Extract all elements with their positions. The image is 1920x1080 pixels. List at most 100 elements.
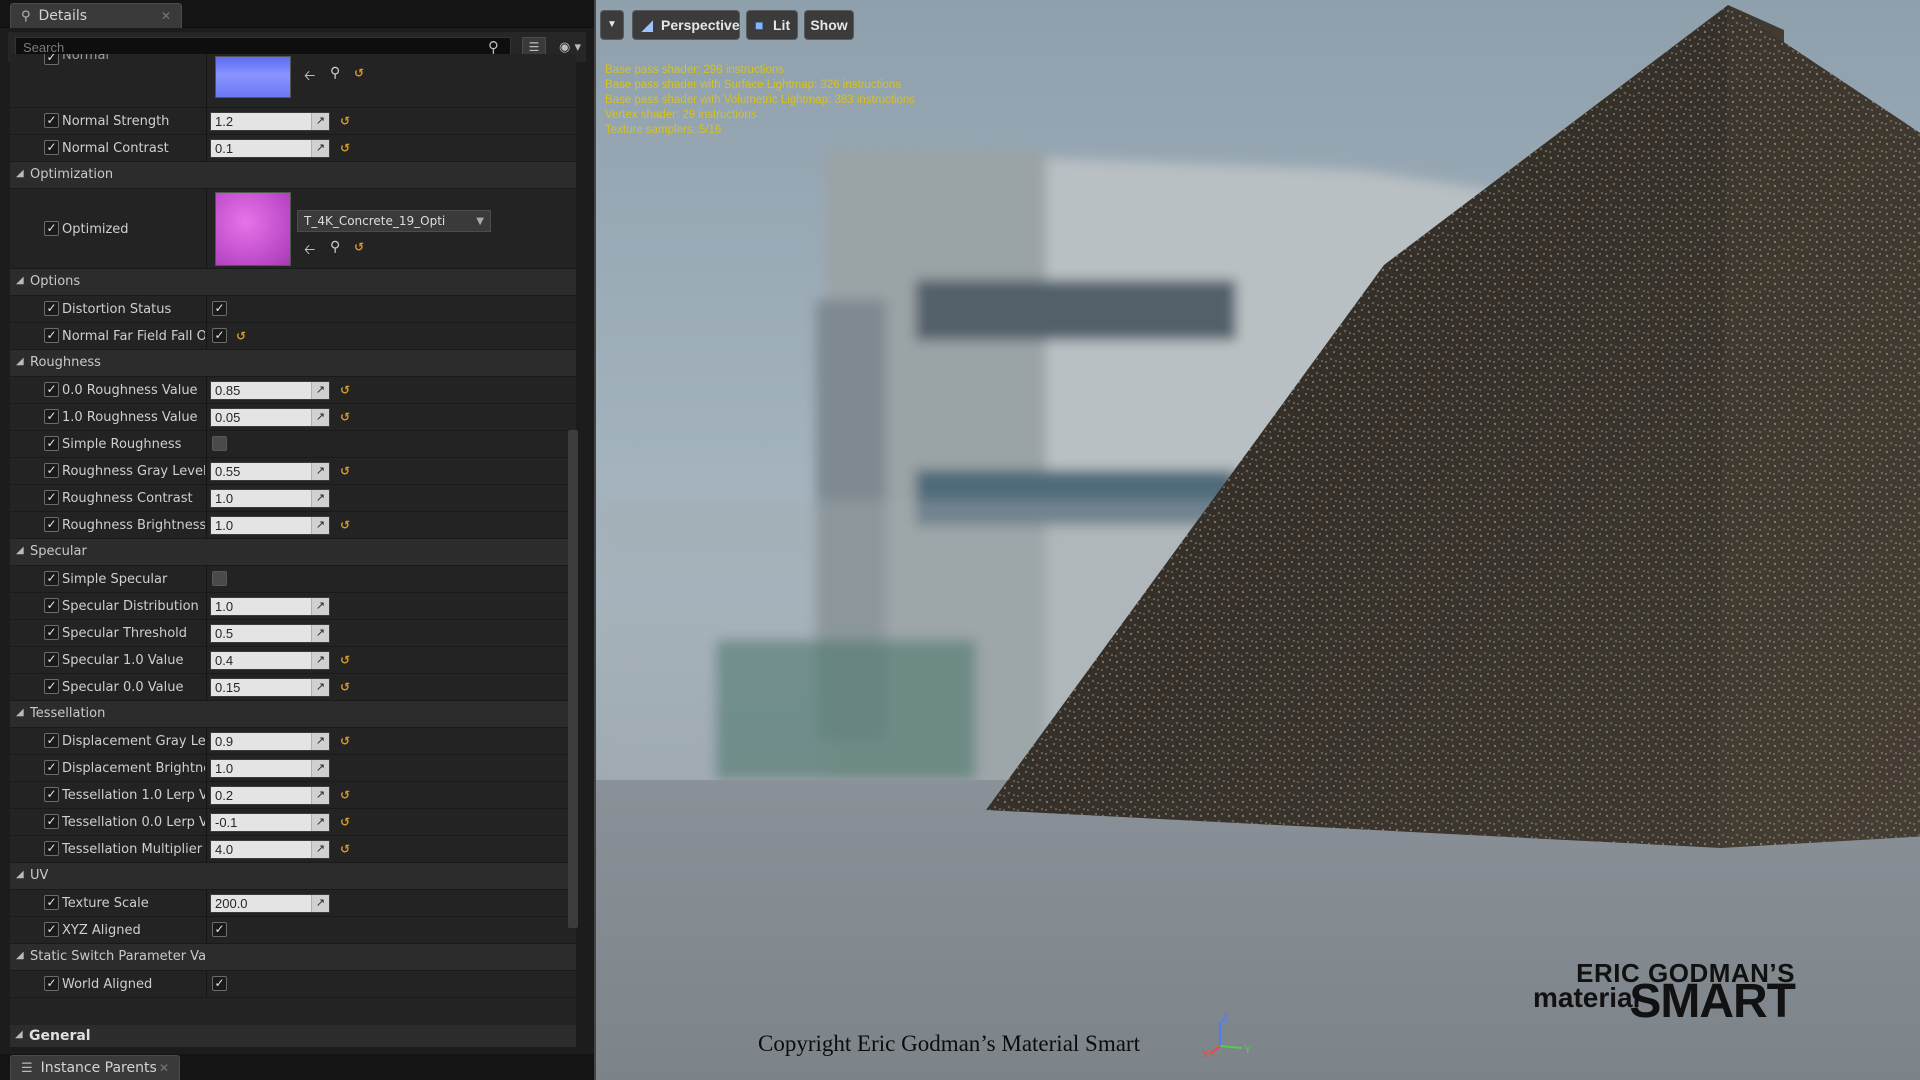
drag-handle-icon[interactable]: ↗ (311, 113, 329, 130)
override-checkbox[interactable]: ✓ (44, 490, 59, 505)
reset-arrow-icon[interactable]: ↺ (354, 66, 364, 80)
reset-arrow-icon[interactable]: ↺ (340, 114, 350, 128)
value-checkbox[interactable]: ✓ (212, 571, 227, 586)
override-checkbox[interactable]: ✓ (44, 652, 59, 667)
reset-arrow-icon[interactable]: ↺ (340, 680, 350, 694)
scrollbar-thumb[interactable] (568, 430, 578, 928)
numeric-field[interactable]: 1.0 ↗ (210, 489, 330, 508)
reset-arrow-icon[interactable]: ↺ (340, 653, 350, 667)
category-roughness[interactable]: ◢ Roughness (10, 350, 576, 377)
reset-arrow-icon[interactable]: ↺ (340, 734, 350, 748)
drag-handle-icon[interactable]: ↗ (311, 787, 329, 804)
override-checkbox[interactable]: ✓ (44, 113, 59, 128)
reset-arrow-icon[interactable]: ↺ (340, 410, 350, 424)
reset-arrow-icon[interactable]: ↺ (340, 518, 350, 532)
override-checkbox[interactable]: ✓ (44, 463, 59, 478)
perspective-button[interactable]: ◢ Perspective (632, 10, 740, 40)
override-checkbox[interactable]: ✓ (44, 733, 59, 748)
numeric-field[interactable]: 0.15 ↗ (210, 678, 330, 697)
drag-handle-icon[interactable]: ↗ (311, 517, 329, 534)
category-static-switch[interactable]: ◢ Static Switch Parameter Values (10, 944, 576, 971)
override-checkbox[interactable]: ✓ (44, 625, 59, 640)
reset-arrow-icon[interactable]: ↺ (236, 329, 246, 343)
numeric-field[interactable]: 0.5 ↗ (210, 624, 330, 643)
numeric-field[interactable]: 200.0 ↗ (210, 894, 330, 913)
override-checkbox[interactable]: ✓ (44, 841, 59, 856)
drag-handle-icon[interactable]: ↗ (311, 733, 329, 750)
numeric-field[interactable]: 0.05 ↗ (210, 408, 330, 427)
drag-handle-icon[interactable]: ↗ (311, 382, 329, 399)
reset-arrow-icon[interactable]: ↺ (340, 842, 350, 856)
override-checkbox[interactable]: ✓ (44, 436, 59, 451)
value-checkbox[interactable]: ✓ (212, 922, 227, 937)
category-optimization[interactable]: ◢ Optimization (10, 162, 576, 189)
override-checkbox[interactable]: ✓ (44, 409, 59, 424)
value-checkbox[interactable]: ✓ (212, 976, 227, 991)
close-icon[interactable]: ✕ (159, 1061, 169, 1075)
numeric-field[interactable]: 0.85 ↗ (210, 381, 330, 400)
lit-button[interactable]: ■ Lit (746, 10, 798, 40)
numeric-field[interactable]: -0.1 ↗ (210, 813, 330, 832)
drag-handle-icon[interactable]: ↗ (311, 760, 329, 777)
value-checkbox[interactable]: ✓ (212, 301, 227, 316)
override-checkbox[interactable]: ✓ (44, 598, 59, 613)
numeric-field[interactable]: 0.2 ↗ (210, 786, 330, 805)
drag-handle-icon[interactable]: ↗ (311, 679, 329, 696)
drag-handle-icon[interactable]: ↗ (311, 895, 329, 912)
override-checkbox[interactable]: ✓ (44, 679, 59, 694)
tab-instance-parents[interactable]: ☰ Instance Parents ✕ (10, 1055, 180, 1080)
override-checkbox[interactable]: ✓ (44, 328, 59, 343)
category-general[interactable]: ◢ General (10, 1025, 576, 1047)
category-specular[interactable]: ◢ Specular (10, 539, 576, 566)
override-checkbox[interactable]: ✓ (44, 787, 59, 802)
category-uv[interactable]: ◢ UV (10, 863, 576, 890)
numeric-field[interactable]: 0.55 ↗ (210, 462, 330, 481)
override-checkbox[interactable]: ✓ (44, 760, 59, 775)
numeric-field[interactable]: 1.0 ↗ (210, 759, 330, 778)
override-checkbox[interactable]: ✓ (44, 517, 59, 532)
override-checkbox[interactable]: ✓ (44, 221, 59, 236)
reset-arrow-icon[interactable]: ↺ (340, 141, 350, 155)
optimized-texture-thumbnail[interactable] (215, 192, 291, 266)
value-checkbox[interactable]: ✓ (212, 436, 227, 451)
show-button[interactable]: Show (804, 10, 854, 40)
reset-arrow-icon[interactable]: ↺ (340, 815, 350, 829)
viewport-options-button[interactable]: ▼ (600, 10, 624, 40)
override-checkbox[interactable]: ✓ (44, 895, 59, 910)
reset-arrow-icon[interactable]: ↺ (340, 383, 350, 397)
override-checkbox[interactable]: ✓ (44, 301, 59, 316)
override-checkbox[interactable]: ✓ (44, 140, 59, 155)
magnifier-icon[interactable]: ⚲ (330, 239, 340, 255)
drag-handle-icon[interactable]: ↗ (311, 814, 329, 831)
numeric-field[interactable]: 1.0 ↗ (210, 597, 330, 616)
arrow-left-icon[interactable]: 🡠 (304, 239, 315, 263)
tab-details[interactable]: ⚲ Details ✕ (10, 3, 182, 28)
reset-arrow-icon[interactable]: ↺ (340, 464, 350, 478)
3d-viewport[interactable]: ▼ ◢ Perspective ■ Lit Show Z Y X (596, 0, 1920, 1080)
numeric-field[interactable]: 0.4 ↗ (210, 651, 330, 670)
drag-handle-icon[interactable]: ↗ (311, 490, 329, 507)
override-checkbox[interactable]: ✓ (44, 814, 59, 829)
category-tessellation[interactable]: ◢ Tessellation (10, 701, 576, 728)
override-checkbox[interactable]: ✓ (44, 382, 59, 397)
override-checkbox[interactable]: ✓ (44, 922, 59, 937)
drag-handle-icon[interactable]: ↗ (311, 140, 329, 157)
drag-handle-icon[interactable]: ↗ (311, 841, 329, 858)
numeric-field[interactable]: 0.9 ↗ (210, 732, 330, 751)
reset-arrow-icon[interactable]: ↺ (340, 788, 350, 802)
drag-handle-icon[interactable]: ↗ (311, 652, 329, 669)
drag-handle-icon[interactable]: ↗ (311, 625, 329, 642)
override-checkbox[interactable]: ✓ (44, 571, 59, 586)
numeric-field[interactable]: 1.2 ↗ (210, 112, 330, 131)
normal-texture-thumbnail[interactable] (215, 56, 291, 98)
override-checkbox[interactable]: ✓ (44, 976, 59, 991)
numeric-field[interactable]: 1.0 ↗ (210, 516, 330, 535)
close-icon[interactable]: ✕ (161, 9, 171, 23)
magnifier-icon[interactable]: ⚲ (330, 65, 340, 81)
asset-picker[interactable]: T_4K_Concrete_19_Opti ▼ (297, 210, 491, 232)
arrow-left-icon[interactable]: 🡠 (304, 65, 315, 89)
category-options[interactable]: ◢ Options (10, 269, 576, 296)
drag-handle-icon[interactable]: ↗ (311, 463, 329, 480)
numeric-field[interactable]: 0.1 ↗ (210, 139, 330, 158)
value-checkbox[interactable]: ✓ (212, 328, 227, 343)
